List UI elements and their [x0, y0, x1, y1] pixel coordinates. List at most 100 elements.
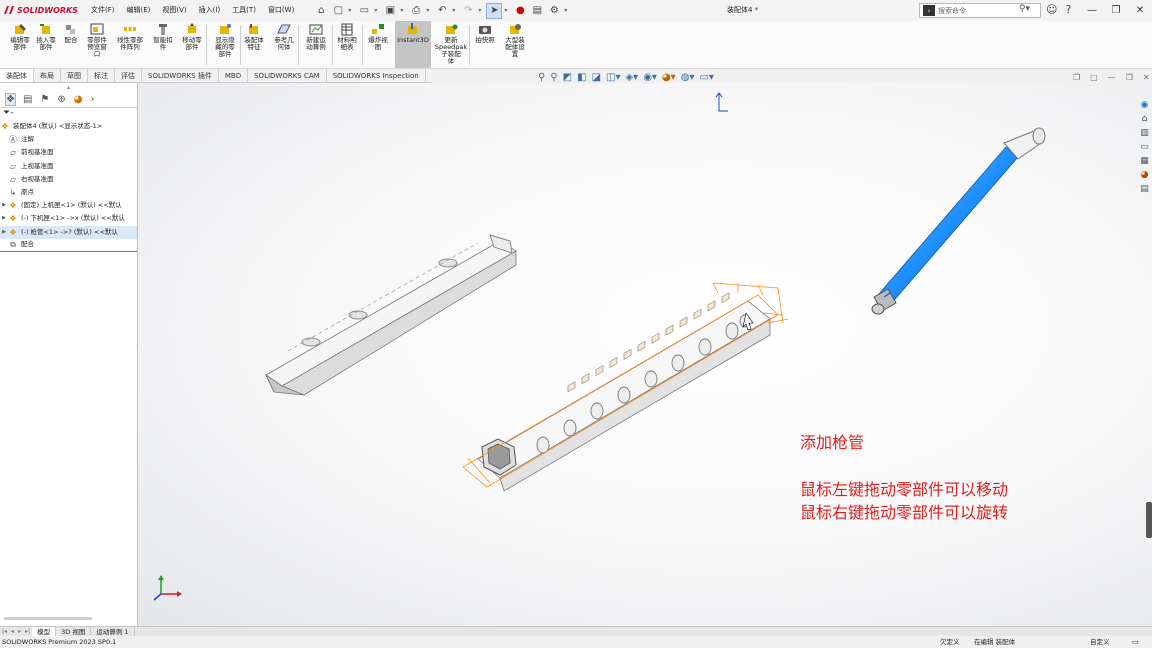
tab-assembly[interactable]: 装配体 — [0, 69, 34, 82]
viewport-restore-icon[interactable]: ❐ — [1073, 73, 1080, 82]
tab-layout[interactable]: 布局 — [34, 69, 61, 82]
task-pane-handle[interactable] — [1146, 502, 1152, 538]
previous-view-icon[interactable]: ◩ — [563, 72, 572, 83]
select-dropdown[interactable]: ▾ — [504, 7, 510, 14]
tab-3d-views[interactable]: 3D 视图 — [56, 626, 92, 637]
viewport-minimize-icon[interactable]: — — [1108, 73, 1116, 82]
tab-evaluate[interactable]: 评估 — [115, 69, 142, 82]
menu-window[interactable]: 窗口(W) — [262, 0, 300, 21]
options-icon[interactable]: ⚙ — [547, 4, 561, 18]
tab-last-arrow[interactable]: ▸| — [25, 628, 30, 635]
tab-next-arrow[interactable]: ▸ — [18, 628, 21, 635]
upper-receiver-part[interactable] — [265, 234, 517, 396]
zoom-to-area-icon[interactable]: ⚲ — [550, 72, 557, 83]
print-dropdown[interactable]: ▾ — [426, 7, 432, 14]
tab-inspection[interactable]: SOLIDWORKS Inspection — [327, 69, 426, 82]
tree-item-right-plane[interactable]: ▱ 右视基准面 — [0, 173, 137, 186]
exploded-view-button[interactable]: 爆炸视 图 — [358, 23, 398, 51]
save-icon[interactable]: ▣ — [383, 4, 397, 18]
save-dropdown[interactable]: ▾ — [400, 7, 406, 14]
close-button[interactable]: ✕ — [1128, 0, 1152, 21]
tab-prev-arrow[interactable]: ◂ — [11, 628, 14, 635]
pane-scrollbar[interactable] — [4, 617, 92, 620]
barrel-part[interactable] — [871, 127, 1046, 315]
menu-tools[interactable]: 工具(T) — [226, 0, 262, 21]
instant3d-button[interactable]: Instant3D — [393, 23, 433, 44]
search-commands[interactable]: › 搜索命令 ⚲▾ — [919, 3, 1041, 18]
tree-item-lower-receiver[interactable]: ▶ ❖ (-) 下机匣<1> ->x (默认) <<默认 — [0, 212, 137, 225]
appearances-icon[interactable]: ◕ — [1139, 170, 1151, 181]
tab-model[interactable]: 模型 — [32, 626, 57, 637]
select-icon[interactable]: ➤ — [486, 2, 503, 19]
rebuild-icon[interactable]: ● — [513, 4, 527, 18]
tab-motion-study[interactable]: 运动算例 1 — [91, 626, 135, 637]
print-icon[interactable]: ⎙ — [409, 4, 423, 18]
menu-file[interactable]: 文件(F) — [85, 0, 121, 21]
expand-icon[interactable]: ▶ — [0, 199, 8, 212]
view-settings-icon[interactable]: ▭▾ — [699, 72, 713, 83]
status-units[interactable]: 自定义 — [1090, 636, 1110, 648]
filter-icon[interactable]: ⏷- — [0, 108, 137, 120]
expand-icon[interactable]: ▶ — [0, 226, 8, 239]
viewport-tile-icon[interactable]: ▢ — [1090, 73, 1098, 82]
restore-button[interactable]: ❐ — [1104, 0, 1128, 21]
tab-cam[interactable]: SOLIDWORKS CAM — [248, 69, 327, 82]
tree-item-origin[interactable]: ↳ 原点 — [0, 186, 137, 199]
pane-grip[interactable]: ▴ — [0, 83, 137, 92]
options-dropdown[interactable]: ▾ — [564, 7, 570, 14]
viewport-close-icon[interactable]: ✕ — [1143, 73, 1150, 82]
status-chat-icon[interactable]: ▭ — [1132, 636, 1139, 648]
lower-receiver-part[interactable] — [462, 282, 789, 492]
minimize-button[interactable]: — — [1080, 0, 1104, 21]
tab-addins[interactable]: SOLIDWORKS 插件 — [142, 69, 219, 82]
home-icon[interactable]: ⌂ — [1139, 114, 1151, 125]
help-icon[interactable]: ? — [1065, 3, 1071, 16]
redo-dropdown[interactable]: ▾ — [478, 7, 484, 14]
zoom-to-fit-icon[interactable]: ⚲ — [538, 72, 545, 83]
open-dropdown[interactable]: ▾ — [374, 7, 380, 14]
file-properties-icon[interactable]: ▤ — [530, 4, 544, 18]
user-icon[interactable]: ☺ — [1046, 3, 1057, 16]
menu-edit[interactable]: 编辑(E) — [121, 0, 157, 21]
more-tabs-icon[interactable]: › — [91, 94, 95, 105]
open-icon[interactable]: ▭ — [357, 4, 371, 18]
file-explorer-icon[interactable]: ▭ — [1139, 142, 1151, 153]
tree-item-upper-receiver[interactable]: ▶ ❖ (固定) 上机匣<1> (默认) <<默认 — [0, 199, 137, 212]
display-manager-tab-icon[interactable]: ◕ — [74, 94, 83, 105]
tree-root-assembly[interactable]: ❖ 装配体4 (默认) <显示状态-1> — [0, 120, 137, 133]
display-style-icon[interactable]: ◈▾ — [625, 72, 638, 83]
dimxpert-tab-icon[interactable]: ⊕ — [57, 94, 65, 105]
tab-sketch[interactable]: 草图 — [61, 69, 88, 82]
expand-icon[interactable]: ▶ — [0, 212, 8, 225]
view-orientation-icon[interactable]: ◫▾ — [606, 72, 620, 83]
apply-scene-icon[interactable]: ◍▾ — [681, 72, 695, 83]
design-library-icon[interactable]: ▥ — [1139, 128, 1151, 139]
solidworks-logo[interactable]: SOLIDWORKS — [3, 5, 81, 16]
tab-mbd[interactable]: MBD — [219, 69, 249, 82]
tree-item-front-plane[interactable]: ▱ 前视基准面 — [0, 146, 137, 159]
feature-manager-tab-icon[interactable]: ❖ — [5, 93, 16, 106]
custom-properties-icon[interactable]: ▤ — [1139, 184, 1151, 195]
redo-icon[interactable]: ↷ — [461, 4, 475, 18]
new-doc-icon[interactable]: ▢ — [331, 4, 345, 18]
section-view-icon[interactable]: ◧ — [577, 72, 586, 83]
tree-item-annotations[interactable]: Ⓐ 注解 — [0, 133, 137, 146]
search-input[interactable]: 搜索命令 — [938, 6, 966, 16]
tree-item-mates[interactable]: ⧉ 配合 — [0, 239, 137, 252]
large-assembly-settings-button[interactable]: 大型装 配体设 置 — [495, 23, 535, 58]
tree-item-top-plane[interactable]: ▱ 上视基准面 — [0, 160, 137, 173]
magnifier-icon[interactable]: ⚲▾ — [1019, 4, 1030, 14]
tab-first-arrow[interactable]: |◂ — [2, 628, 7, 635]
menu-view[interactable]: 视图(V) — [156, 0, 192, 21]
hide-show-icon[interactable]: ◉▾ — [643, 72, 657, 83]
tab-markup[interactable]: 标注 — [88, 69, 115, 82]
configuration-manager-tab-icon[interactable]: ⚑ — [40, 94, 49, 105]
tree-item-barrel[interactable]: ▶ ❖ (-) 枪管<1> ->? (默认) <<默认 — [0, 225, 137, 239]
viewport-maximize-icon[interactable]: ❐ — [1126, 73, 1133, 82]
view-palette-icon[interactable]: ▦ — [1139, 156, 1151, 167]
undo-icon[interactable]: ↶ — [435, 4, 449, 18]
menu-insert[interactable]: 插入(I) — [193, 0, 227, 21]
undo-dropdown[interactable]: ▾ — [452, 7, 458, 14]
home-icon[interactable]: ⌂ — [314, 4, 328, 18]
new-dropdown[interactable]: ▾ — [348, 7, 354, 14]
